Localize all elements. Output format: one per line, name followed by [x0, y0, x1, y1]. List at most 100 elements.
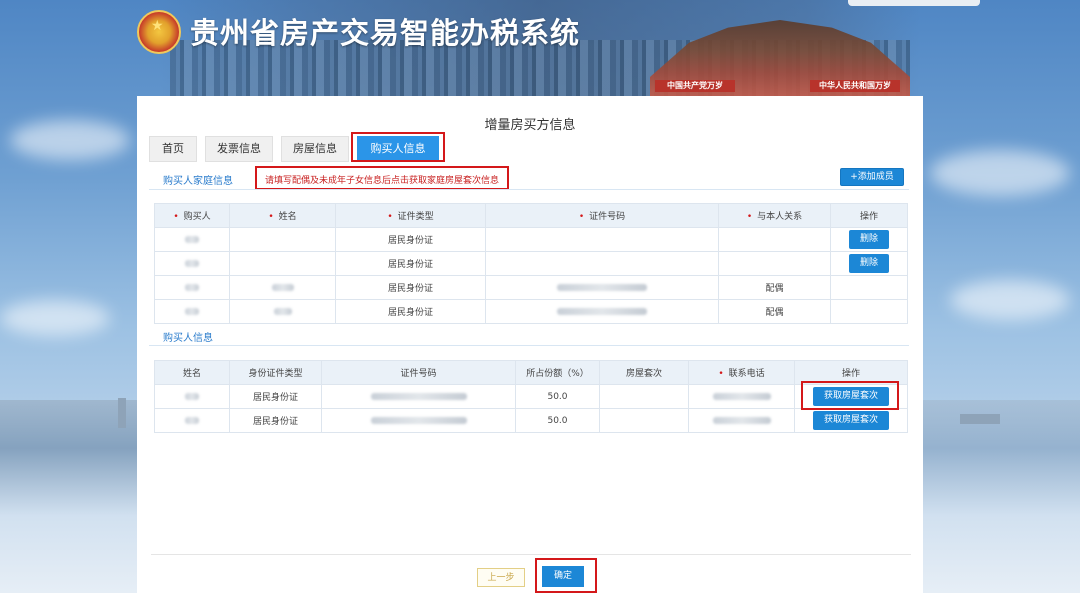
- relation-cell: 配偶: [718, 275, 831, 300]
- gate-sign-left: 中国共产党万岁: [655, 80, 735, 92]
- redacted-text: [712, 416, 771, 424]
- column-header: • 姓名: [229, 203, 336, 228]
- redacted-text: [185, 307, 199, 315]
- id-number-cell: [321, 384, 516, 409]
- redacted-text: [370, 392, 467, 400]
- window-toolbar[interactable]: [848, 0, 980, 6]
- highlight-box: [801, 381, 899, 410]
- id-number-cell: [485, 251, 719, 276]
- name-cell: [229, 227, 336, 252]
- footer-divider: [151, 554, 911, 555]
- tab-house[interactable]: 房屋信息: [281, 136, 349, 162]
- table-row: 居民身份证 删除: [154, 251, 908, 276]
- id-type-cell: 居民身份证: [335, 299, 486, 324]
- required-marker: •: [387, 212, 393, 222]
- redacted-text: [185, 416, 199, 424]
- required-marker: •: [173, 212, 179, 222]
- table-row: 居民身份证 配偶: [154, 299, 908, 324]
- id-type-cell: 居民身份证: [335, 227, 486, 252]
- action-cell: [830, 275, 908, 300]
- required-marker: •: [746, 212, 753, 222]
- national-emblem-icon: [137, 10, 181, 54]
- house-count-cell: [599, 384, 689, 409]
- background-skyline-left: [0, 400, 140, 593]
- redacted-text: [185, 283, 199, 291]
- redacted-text: [271, 283, 294, 291]
- background-tower: [118, 398, 126, 428]
- redacted-text: [557, 283, 647, 291]
- column-header: 房屋套次: [599, 360, 689, 385]
- id-type-cell: 居民身份证: [229, 384, 322, 409]
- buyer-section-label: 购买人信息: [163, 333, 213, 344]
- name-cell: [229, 299, 336, 324]
- required-marker: •: [268, 212, 274, 222]
- highlight-box: [351, 132, 445, 162]
- background-skyline-right: [922, 400, 1080, 593]
- cloud: [950, 280, 1070, 320]
- relation-cell: [718, 251, 831, 276]
- delete-button[interactable]: 删除: [849, 254, 889, 273]
- column-header: 姓名: [154, 360, 230, 385]
- tab-invoice[interactable]: 发票信息: [205, 136, 273, 162]
- share-cell: 50.0: [515, 408, 600, 433]
- highlight-box: [255, 166, 509, 190]
- tab-home[interactable]: 首页: [149, 136, 197, 162]
- table-row: 居民身份证 50.0 获取房屋套次: [154, 384, 908, 409]
- get-house-count-button[interactable]: 获取房屋套次: [813, 411, 889, 430]
- table-header-row: • 购买人 • 姓名 • 证件类型 • 证件号码 • 与本人关系 操作: [154, 203, 908, 228]
- table-row: 居民身份证 50.0 获取房屋套次: [154, 408, 908, 433]
- column-header: • 购买人: [154, 203, 230, 228]
- gate-sign-right: 中华人民共和国万岁: [810, 80, 900, 92]
- cloud: [10, 120, 130, 160]
- redacted-text: [557, 307, 647, 315]
- cloud: [0, 300, 110, 336]
- cloud: [930, 150, 1070, 196]
- page-title: 增量房买方信息: [484, 118, 576, 133]
- delete-button[interactable]: 删除: [849, 230, 889, 249]
- redacted-text: [370, 416, 467, 424]
- column-header: 操作: [830, 203, 908, 228]
- column-header: • 证件类型: [335, 203, 486, 228]
- app-title: 贵州省房产交易智能办税系统: [190, 16, 581, 50]
- relation-cell: [718, 227, 831, 252]
- family-section-label: 购买人家庭信息: [163, 176, 233, 187]
- id-type-cell: 居民身份证: [335, 275, 486, 300]
- family-table: • 购买人 • 姓名 • 证件类型 • 证件号码 • 与本人关系 操作 居民身份证 删除 …: [154, 203, 908, 324]
- id-number-cell: [485, 227, 719, 252]
- required-marker: •: [578, 212, 585, 222]
- action-cell: [830, 299, 908, 324]
- highlight-box: [535, 558, 597, 593]
- table-row: 居民身份证 配偶: [154, 275, 908, 300]
- background-building: [960, 414, 1000, 424]
- name-cell: [229, 275, 336, 300]
- redacted-text: [185, 392, 199, 400]
- action-cell: 删除: [830, 251, 908, 276]
- column-header: • 与本人关系: [718, 203, 831, 228]
- action-cell: 删除: [830, 227, 908, 252]
- id-number-cell: [485, 275, 719, 300]
- buyer-cell: [154, 275, 230, 300]
- relation-cell: 配偶: [718, 299, 831, 324]
- id-number-cell: [321, 408, 516, 433]
- id-number-cell: [485, 299, 719, 324]
- id-type-cell: 居民身份证: [335, 251, 486, 276]
- column-header: 所占份额（%）: [515, 360, 600, 385]
- name-cell: [154, 408, 230, 433]
- main-panel: 增量房买方信息 首页 发票信息 房屋信息 购买人信息 购买人家庭信息 请填写配偶…: [137, 96, 923, 593]
- redacted-text: [185, 235, 199, 243]
- name-cell: [154, 384, 230, 409]
- column-header: • 证件号码: [485, 203, 719, 228]
- buyer-cell: [154, 299, 230, 324]
- column-header: 证件号码: [321, 360, 516, 385]
- add-member-button[interactable]: +添加成员: [840, 168, 904, 186]
- id-type-cell: 居民身份证: [229, 408, 322, 433]
- table-header-row: 姓名 身份证件类型 证件号码 所占份额（%） 房屋套次 • 联系电话 操作: [154, 360, 908, 385]
- name-cell: [229, 251, 336, 276]
- phone-cell: [688, 408, 795, 433]
- redacted-text: [185, 259, 199, 267]
- required-marker: •: [718, 369, 724, 379]
- buyer-cell: [154, 251, 230, 276]
- prev-step-button[interactable]: 上一步: [477, 568, 525, 587]
- buyer-table: 姓名 身份证件类型 证件号码 所占份额（%） 房屋套次 • 联系电话 操作 居民身…: [154, 360, 908, 433]
- divider: [149, 189, 909, 190]
